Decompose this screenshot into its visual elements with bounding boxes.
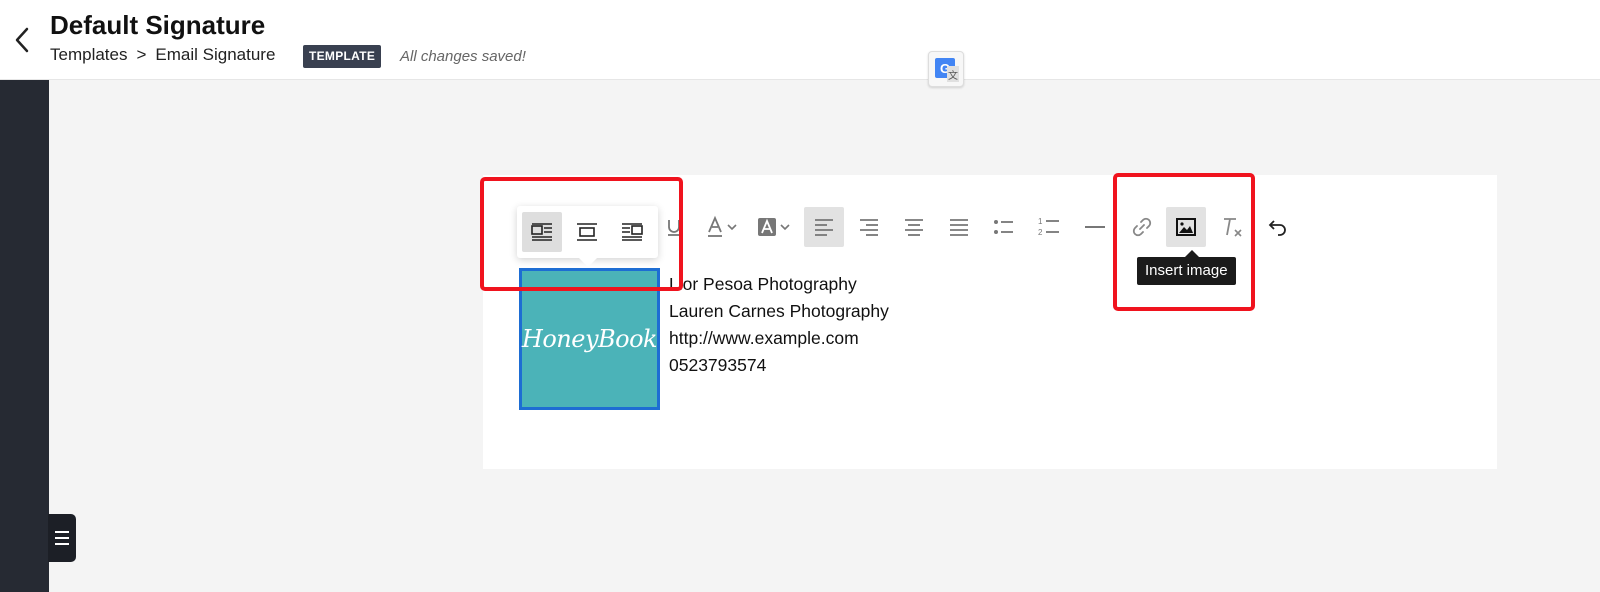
- save-status: All changes saved!: [400, 48, 526, 65]
- sidebar-menu-toggle[interactable]: [48, 514, 76, 562]
- align-justify-button[interactable]: [939, 207, 979, 247]
- signature-line: 0523793574: [669, 355, 767, 375]
- chevron-left-icon: [15, 27, 29, 53]
- bullet-list-button[interactable]: [984, 207, 1024, 247]
- template-badge: TEMPLATE: [303, 45, 382, 68]
- align-left-icon: [815, 219, 833, 236]
- svg-text:文: 文: [948, 69, 958, 82]
- text-color-icon: [708, 215, 737, 237]
- svg-text:2: 2: [1038, 228, 1043, 237]
- breadcrumb-current: Email Signature: [155, 45, 276, 64]
- horizontal-rule-button[interactable]: [1075, 207, 1115, 247]
- align-left-button[interactable]: [804, 207, 844, 247]
- text-color-button[interactable]: [700, 207, 748, 247]
- align-justify-icon: [950, 219, 968, 236]
- page-header: Default Signature Templates > Email Sign…: [0, 0, 1600, 87]
- breadcrumb-separator: >: [136, 45, 147, 64]
- bullet-list-icon: [994, 220, 1013, 234]
- left-sidebar: [0, 80, 49, 592]
- undo-icon: [1268, 220, 1286, 236]
- signature-line: http://www.example.com: [669, 328, 859, 348]
- undo-button[interactable]: [1257, 207, 1297, 247]
- highlight-box-insert-image: [1113, 173, 1255, 311]
- google-translate-icon[interactable]: G 文: [928, 51, 964, 87]
- signature-line: Lauren Carnes Photography: [669, 301, 889, 321]
- hamburger-icon: [55, 531, 69, 533]
- signature-text[interactable]: Lior Pesoa Photography Lauren Carnes Pho…: [669, 271, 889, 379]
- highlight-box-image-align: [480, 177, 683, 291]
- highlight-color-button[interactable]: [752, 207, 800, 247]
- honeybook-logo: HoneyBook: [521, 325, 658, 353]
- breadcrumb: Templates > Email Signature: [50, 45, 275, 65]
- page-title: Default Signature: [50, 10, 266, 40]
- svg-text:1: 1: [1038, 217, 1043, 226]
- signature-line: Lior Pesoa Photography: [669, 274, 857, 294]
- numbered-list-icon: 1 2: [1038, 217, 1059, 237]
- align-center-icon: [905, 219, 923, 236]
- align-right-icon: [860, 219, 878, 236]
- align-right-button[interactable]: [849, 207, 889, 247]
- back-button[interactable]: [12, 26, 32, 54]
- horizontal-rule-icon: [1085, 226, 1105, 228]
- align-center-button[interactable]: [894, 207, 934, 247]
- breadcrumb-templates-link[interactable]: Templates: [50, 45, 127, 65]
- highlight-color-icon: [758, 218, 790, 236]
- numbered-list-button[interactable]: 1 2: [1029, 207, 1069, 247]
